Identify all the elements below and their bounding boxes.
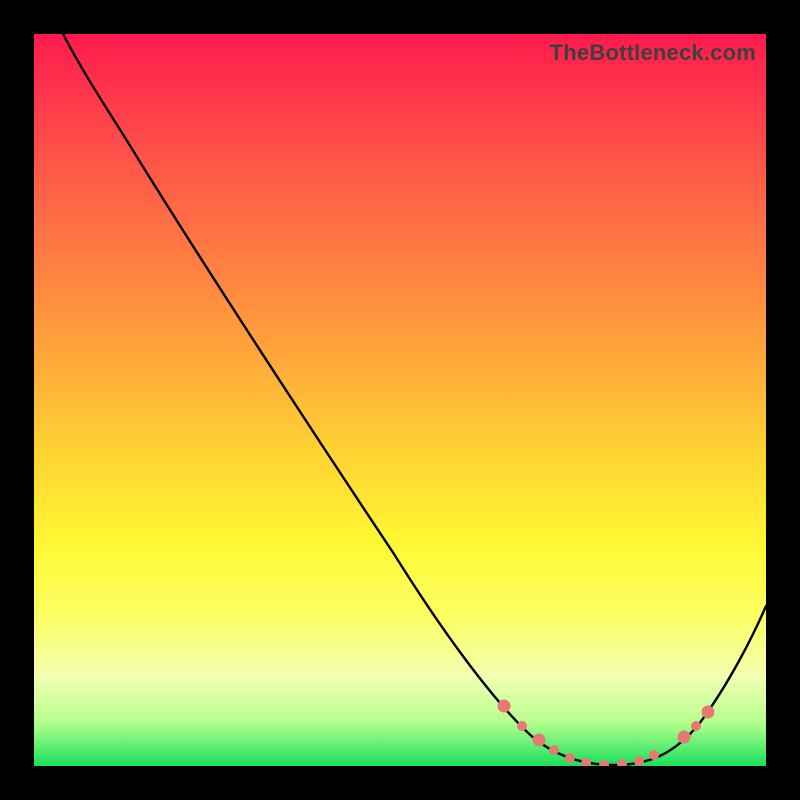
bottleneck-curve xyxy=(34,34,766,766)
plot-area: TheBottleneck.com xyxy=(34,34,766,766)
chart-frame: TheBottleneck.com xyxy=(0,0,800,800)
watermark-text: TheBottleneck.com xyxy=(550,40,756,66)
curve-path xyxy=(63,34,766,765)
highlight-dots xyxy=(498,700,714,766)
